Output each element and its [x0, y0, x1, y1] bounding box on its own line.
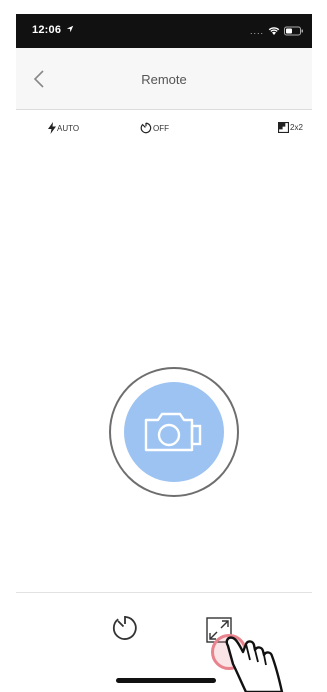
grid-size-label: 2x2 [290, 123, 303, 132]
page-title: Remote [141, 72, 187, 87]
timer-label: OFF [153, 123, 169, 133]
camera-icon [144, 412, 202, 452]
timer-icon [112, 616, 137, 640]
flash-setting[interactable]: AUTO [48, 122, 79, 134]
grid-size-setting[interactable]: 2x2 [278, 122, 303, 133]
nav-bar: Remote [16, 48, 312, 110]
battery-icon [284, 26, 303, 36]
shutter-button-fill [124, 382, 224, 482]
timer-icon [140, 122, 152, 134]
flash-icon [48, 122, 56, 134]
signal-indicator: .... [249, 26, 264, 36]
location-arrow-icon [67, 25, 74, 33]
status-time-text: 12:06 [32, 24, 62, 36]
status-time: 12:06 [32, 24, 74, 36]
status-indicators: .... [250, 24, 304, 38]
pointing-hand-icon [225, 636, 284, 692]
flash-label: AUTO [57, 123, 80, 133]
remote-content-area [16, 154, 312, 592]
status-bar: 12:06 .... [16, 14, 312, 48]
home-indicator [116, 678, 216, 683]
wifi-icon [268, 27, 280, 35]
timer-setting[interactable]: OFF [140, 122, 169, 134]
shutter-button[interactable] [109, 367, 239, 497]
phone-screen: 12:06 .... Remote AUTO OFF 2x2 [16, 14, 312, 692]
grid-size-icon [278, 122, 289, 133]
camera-settings-row: AUTO OFF 2x2 [16, 110, 312, 154]
timer-button[interactable] [108, 611, 142, 645]
